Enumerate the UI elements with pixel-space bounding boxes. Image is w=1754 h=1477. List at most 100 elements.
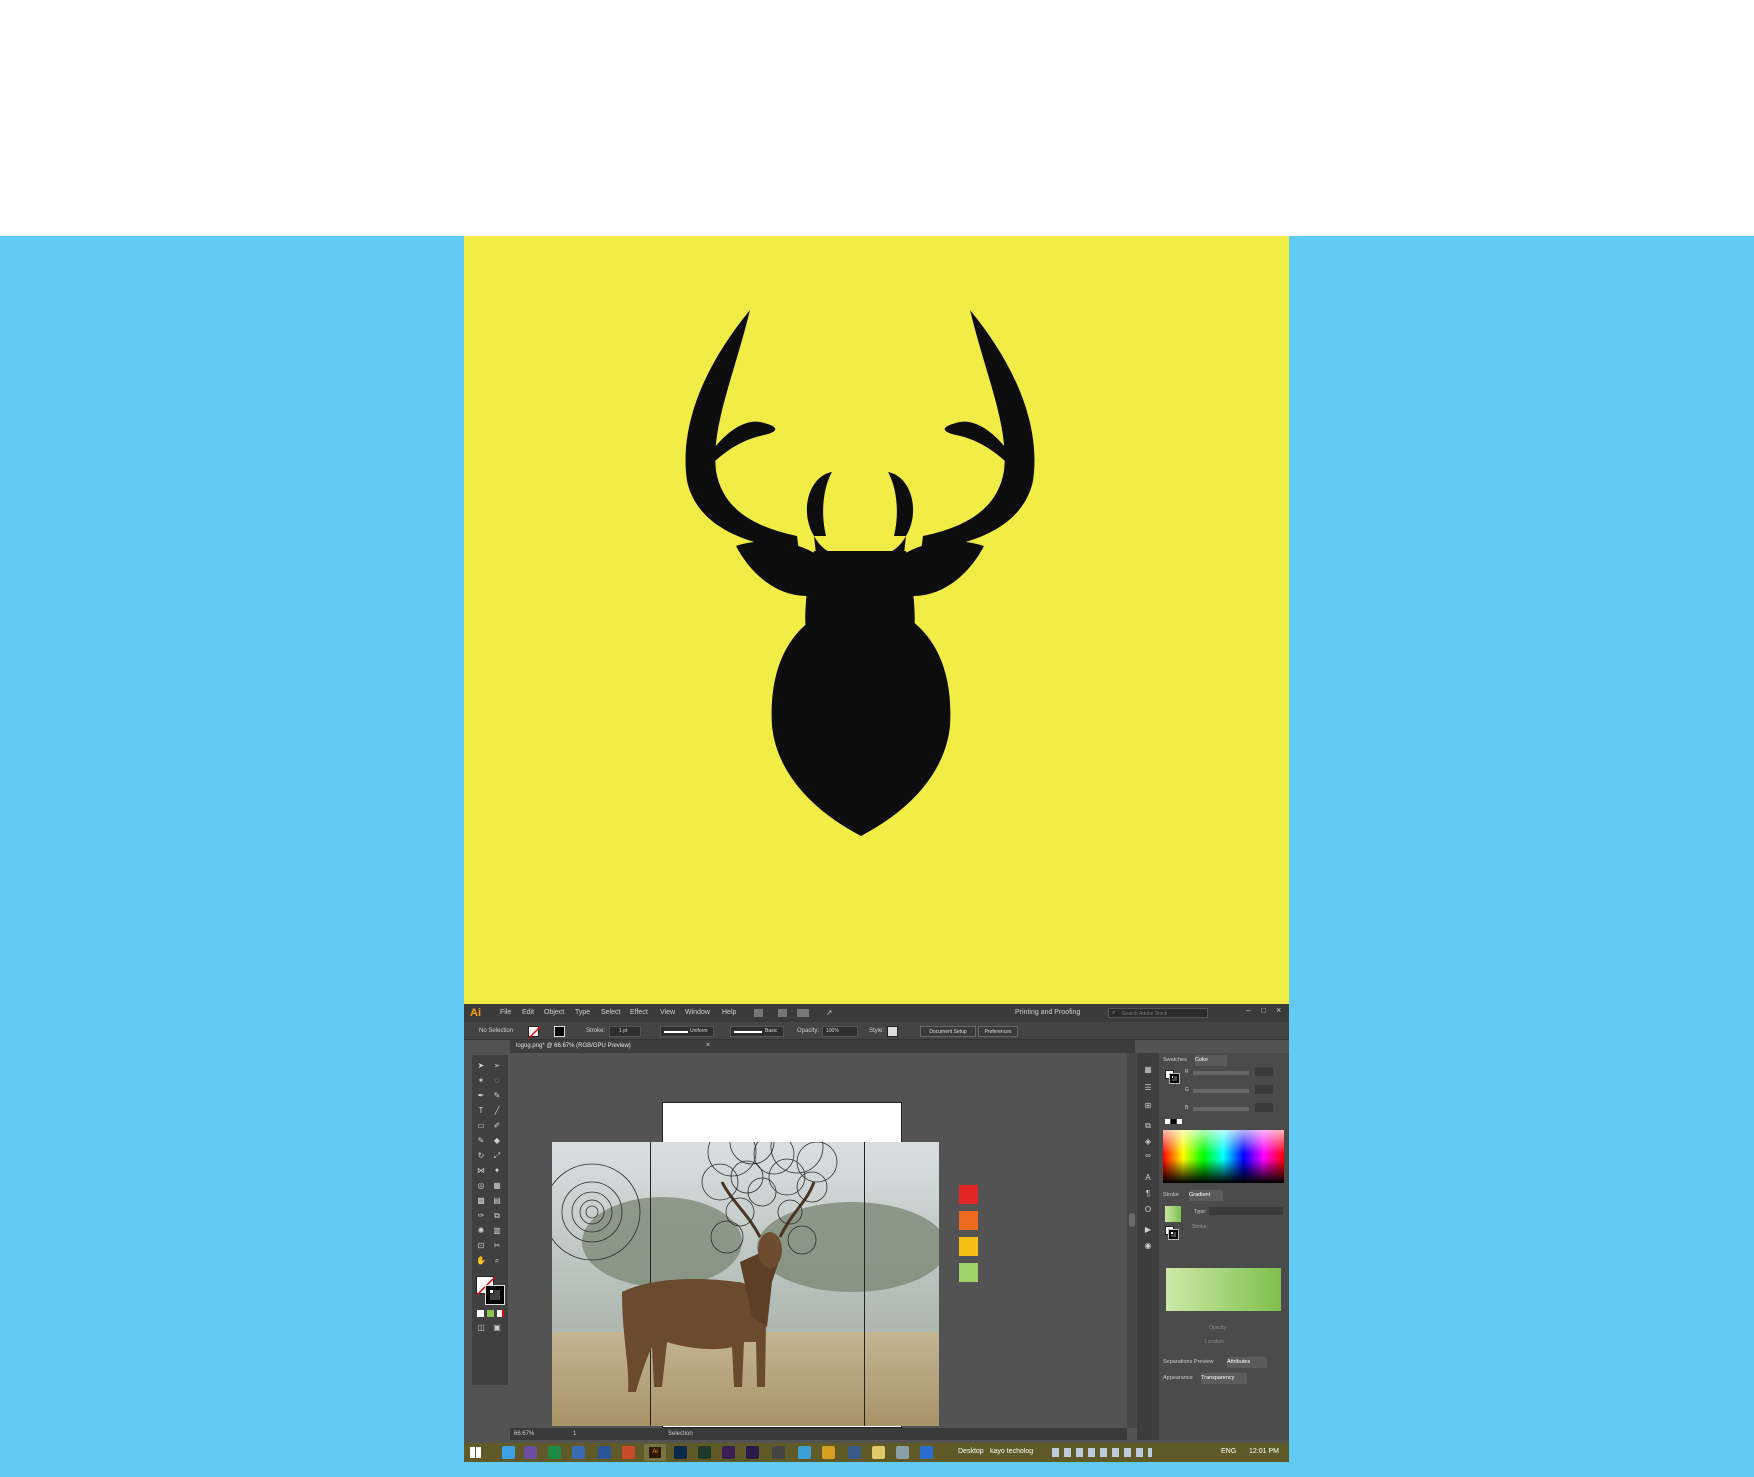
- app-icon-3[interactable]: [798, 1446, 811, 1459]
- align-icon[interactable]: ☰: [1143, 1083, 1153, 1093]
- channel-b-field[interactable]: [1255, 1103, 1273, 1112]
- tab-attributes[interactable]: Attributes: [1227, 1357, 1267, 1368]
- menu-type[interactable]: Type: [575, 1009, 590, 1016]
- gpu-rocket-icon[interactable]: ➚: [826, 1008, 836, 1018]
- lasso-tool-icon[interactable]: ◌: [492, 1076, 502, 1086]
- links-icon[interactable]: ∞: [1143, 1151, 1153, 1161]
- white-chip[interactable]: [1177, 1119, 1182, 1124]
- graphic-style-swatch[interactable]: [887, 1026, 898, 1037]
- menu-help[interactable]: Help: [722, 1009, 736, 1016]
- shaper-tool-icon[interactable]: ✎: [476, 1136, 486, 1146]
- eyedropper-tool-icon[interactable]: ✑: [476, 1211, 486, 1221]
- menu-effect[interactable]: Effect: [630, 1009, 648, 1016]
- hand-tool-icon[interactable]: ✋: [476, 1256, 486, 1266]
- arrange-documents-icon[interactable]: [797, 1009, 809, 1017]
- ie-icon[interactable]: [502, 1446, 515, 1459]
- pathfinder-icon[interactable]: ⧉: [1143, 1121, 1153, 1131]
- workspace-switcher[interactable]: Printing and Proofing: [1015, 1009, 1080, 1016]
- none-mode-icon[interactable]: [497, 1310, 504, 1317]
- bluetooth-icon[interactable]: [920, 1446, 933, 1459]
- after-effects-icon[interactable]: [746, 1446, 759, 1459]
- menu-file[interactable]: File: [500, 1009, 511, 1016]
- channel-g-slider[interactable]: [1193, 1089, 1249, 1093]
- actions-icon[interactable]: ▶: [1143, 1225, 1153, 1235]
- photoshop-icon[interactable]: [674, 1446, 687, 1459]
- green-swatch[interactable]: [959, 1263, 978, 1282]
- libraries-icon[interactable]: ▦: [1143, 1065, 1153, 1075]
- character-icon[interactable]: A: [1143, 1173, 1153, 1183]
- canvas-vertical-scrollbar[interactable]: [1127, 1053, 1137, 1428]
- minimize-icon[interactable]: –: [1246, 1006, 1250, 1015]
- channel-r-field[interactable]: [1255, 1067, 1273, 1076]
- magic-wand-tool-icon[interactable]: ✶: [476, 1076, 486, 1086]
- fill-swatch[interactable]: [528, 1026, 540, 1038]
- tab-swatches[interactable]: Swatches: [1163, 1055, 1195, 1066]
- screen-mode-icon[interactable]: ▣: [492, 1323, 502, 1333]
- selection-tool-icon[interactable]: ➤: [476, 1061, 486, 1071]
- gradient-mode-icon[interactable]: [487, 1310, 494, 1317]
- file-explorer-icon[interactable]: [872, 1446, 885, 1459]
- gradient-slider[interactable]: [1166, 1268, 1281, 1311]
- tab-gradient[interactable]: Gradient: [1189, 1190, 1223, 1201]
- perspective-grid-tool-icon[interactable]: ▦: [492, 1181, 502, 1191]
- scale-tool-icon[interactable]: ⤢: [492, 1151, 502, 1161]
- document-setup-button[interactable]: Document Setup: [920, 1026, 976, 1037]
- gradient-preview[interactable]: [1165, 1206, 1181, 1222]
- visual-studio-icon[interactable]: [524, 1446, 537, 1459]
- gradient-type-select[interactable]: [1209, 1207, 1283, 1215]
- gradient-tool-icon[interactable]: ▤: [492, 1196, 502, 1206]
- rectangle-tool-icon[interactable]: ▭: [476, 1121, 486, 1131]
- maximize-icon[interactable]: □: [1261, 1006, 1266, 1015]
- draw-mode-icon[interactable]: ◫: [476, 1323, 486, 1333]
- premiere-icon[interactable]: [722, 1446, 735, 1459]
- document-tab[interactable]: logog.png* @ 66.67% (RGB/GPU Preview): [516, 1040, 666, 1053]
- channel-r-slider[interactable]: [1193, 1071, 1249, 1075]
- variable-width-profile[interactable]: Uniform: [660, 1026, 714, 1037]
- curvature-tool-icon[interactable]: ✎: [492, 1091, 502, 1101]
- app-toolbar-label[interactable]: kayo techolog: [990, 1448, 1040, 1455]
- illustrator-taskbar-item[interactable]: Ai: [644, 1444, 666, 1461]
- orange-swatch[interactable]: [959, 1211, 978, 1230]
- stroke-weight-field[interactable]: 1 pt: [609, 1026, 641, 1037]
- menu-view[interactable]: View: [660, 1009, 675, 1016]
- mesh-tool-icon[interactable]: ▩: [476, 1196, 486, 1206]
- type-tool-icon[interactable]: T: [476, 1106, 486, 1116]
- red-swatch[interactable]: [959, 1185, 978, 1204]
- color-spectrum[interactable]: [1163, 1130, 1284, 1183]
- zoom-level[interactable]: 66.67%: [514, 1431, 534, 1437]
- symbol-sprayer-tool-icon[interactable]: ✺: [476, 1226, 486, 1236]
- slice-tool-icon[interactable]: ✂: [492, 1241, 502, 1251]
- tab-appearance[interactable]: Appearance: [1163, 1373, 1201, 1384]
- color-mode-icon[interactable]: [477, 1310, 484, 1317]
- app-icon-4[interactable]: [822, 1446, 835, 1459]
- app-icon-5[interactable]: [848, 1446, 861, 1459]
- language-indicator[interactable]: ENG: [1221, 1448, 1236, 1455]
- black-chip[interactable]: [1171, 1119, 1176, 1124]
- opacity-field[interactable]: 100%: [822, 1026, 858, 1037]
- yellow-swatch[interactable]: [959, 1237, 978, 1256]
- opentype-icon[interactable]: O: [1143, 1205, 1153, 1215]
- eraser-tool-icon[interactable]: ◆: [492, 1136, 502, 1146]
- tab-stroke[interactable]: Stroke: [1163, 1190, 1189, 1201]
- tab-color[interactable]: Color: [1195, 1055, 1227, 1066]
- app-icon-1[interactable]: [572, 1446, 585, 1459]
- app-icon-2[interactable]: [772, 1446, 785, 1459]
- direct-selection-tool-icon[interactable]: ➢: [492, 1061, 502, 1071]
- tab-close-icon[interactable]: ×: [706, 1042, 710, 1049]
- dreamweaver-icon[interactable]: [698, 1446, 711, 1459]
- menu-select[interactable]: Select: [601, 1009, 620, 1016]
- channel-g-field[interactable]: [1255, 1085, 1273, 1094]
- transform-icon[interactable]: ⊞: [1143, 1101, 1153, 1111]
- preferences-button[interactable]: Preferences: [978, 1026, 1018, 1037]
- stroke-color-box[interactable]: [485, 1285, 505, 1305]
- bridge-icon[interactable]: [754, 1009, 763, 1017]
- puppet-warp-tool-icon[interactable]: ✦: [492, 1166, 502, 1176]
- system-tray-icons[interactable]: [1052, 1448, 1152, 1457]
- column-graph-tool-icon[interactable]: ▥: [492, 1226, 502, 1236]
- paintbrush-tool-icon[interactable]: ✐: [492, 1121, 502, 1131]
- stock-icon[interactable]: [778, 1009, 787, 1017]
- scrollbar-thumb[interactable]: [1129, 1213, 1135, 1227]
- none-chip[interactable]: [1165, 1119, 1170, 1124]
- menu-object[interactable]: Object: [544, 1009, 564, 1016]
- zoom-tool-icon[interactable]: ⌕: [492, 1256, 502, 1266]
